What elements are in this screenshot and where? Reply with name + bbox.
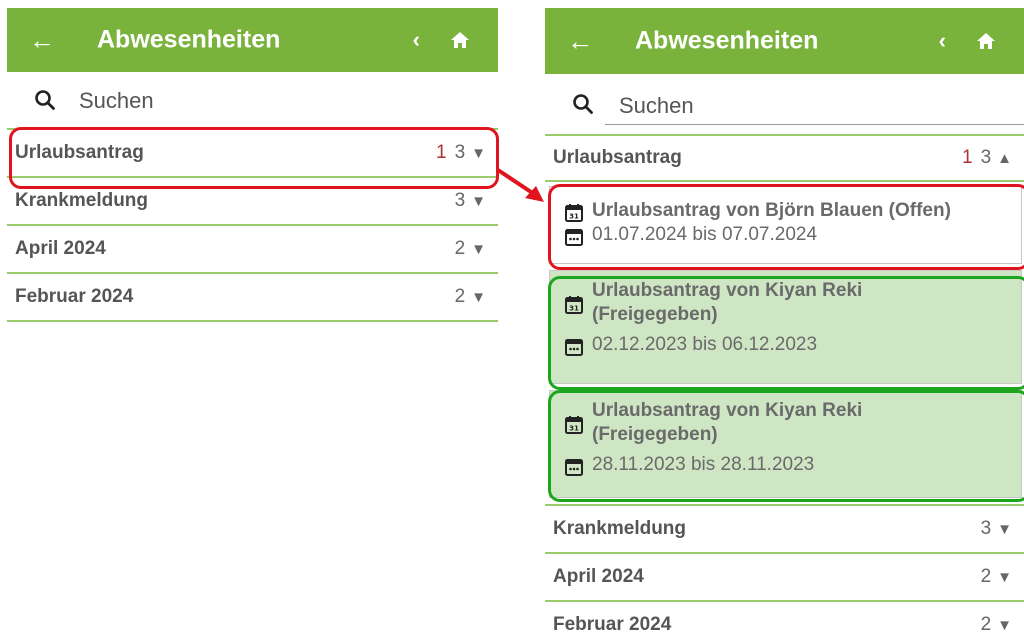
- entry-title: Urlaubsantrag von Kiyan Reki (Freigegebe…: [592, 400, 863, 445]
- group-label: Krankmeldung: [553, 518, 687, 539]
- group-krankmeldung[interactable]: Krankmeldung 3 ▼: [7, 178, 498, 226]
- group-urlaubsantrag[interactable]: Urlaubsantrag 1 3 ▲: [545, 134, 1024, 182]
- page-title: Abwesenheiten: [635, 26, 819, 55]
- list-item[interactable]: 31 Urlaubsantrag von Kiyan Reki (Freigeg…: [549, 270, 1022, 384]
- group-label: April 2024: [553, 566, 644, 587]
- total-count: 2: [454, 238, 466, 259]
- search-input[interactable]: [65, 86, 498, 116]
- group-counts: 2 ▼: [981, 614, 1012, 636]
- total-count: 2: [980, 614, 992, 635]
- group-counts: 1 3 ▼: [436, 142, 486, 164]
- svg-text:31: 31: [569, 425, 579, 433]
- calendar-icon: [565, 229, 583, 246]
- svg-text:31: 31: [569, 213, 579, 221]
- calendar-icon: [565, 459, 583, 476]
- expanded-list-screen: ← Abwesenheiten ‹ Urlaubsantrag 13▲ 31: [545, 0, 1024, 643]
- group-label: Februar 2024: [553, 614, 672, 635]
- group-label: Urlaubsantrag: [553, 147, 682, 168]
- group-krankmeldung[interactable]: Krankmeldung 3 ▼: [545, 504, 1024, 554]
- total-count: 3: [454, 190, 466, 211]
- entry-title: Urlaubsantrag von Kiyan Reki (Freigegebe…: [592, 280, 863, 325]
- entry-dates: 02.12.2023 bis 06.12.2023: [592, 334, 818, 355]
- chevron-left-icon[interactable]: ‹: [413, 27, 420, 53]
- app-bar: ← Abwesenheiten ‹: [7, 8, 498, 72]
- group-label: April 2024: [15, 238, 106, 259]
- page-title: Abwesenheiten: [97, 25, 281, 54]
- annotation-arrow-icon: [496, 168, 544, 202]
- expand-arrow-icon: ▼: [471, 193, 486, 210]
- expand-arrow-icon: ▼: [997, 617, 1012, 634]
- calendar-icon: [565, 339, 583, 356]
- expand-arrow-icon: ▼: [997, 521, 1012, 538]
- collapse-arrow-icon: ▲: [997, 150, 1012, 167]
- group-label: Urlaubsantrag: [15, 142, 144, 163]
- app-bar: ← Abwesenheiten ‹: [545, 8, 1024, 74]
- total-count: 3: [980, 147, 992, 168]
- search-input[interactable]: [605, 88, 1024, 125]
- entry-dates: 01.07.2024 bis 07.07.2024: [592, 224, 818, 245]
- arrow-left-icon[interactable]: ←: [29, 27, 55, 53]
- search-icon: [35, 90, 55, 110]
- home-icon[interactable]: [976, 32, 996, 50]
- expand-arrow-icon: ▼: [471, 145, 486, 162]
- group-april-2024[interactable]: April 2024 2 ▼: [545, 554, 1024, 602]
- home-icon[interactable]: [450, 31, 470, 49]
- total-count: 3: [980, 518, 992, 539]
- calendar-icon: 31: [565, 204, 583, 222]
- group-urlaubsantrag[interactable]: Urlaubsantrag 1 3 ▼: [7, 128, 498, 178]
- entry-dates: 28.11.2023 bis 28.11.2023: [592, 454, 815, 475]
- arrow-left-icon[interactable]: ←: [567, 28, 593, 54]
- group-counts: 3 ▼: [455, 190, 486, 212]
- group-counts: 3 ▼: [981, 518, 1012, 540]
- total-count: 2: [980, 566, 992, 587]
- search-bar: [545, 74, 1024, 134]
- svg-text:31: 31: [569, 305, 579, 313]
- expand-arrow-icon: ▼: [471, 289, 486, 306]
- group-counts: 2 ▼: [455, 238, 486, 260]
- group-counts: 2 ▼: [981, 566, 1012, 588]
- open-count: 1: [961, 147, 973, 168]
- search-icon: [573, 94, 593, 114]
- search-bar: [7, 72, 498, 128]
- total-count: 3: [454, 142, 466, 163]
- calendar-icon: 31: [565, 416, 583, 434]
- open-count: 1: [435, 142, 447, 163]
- group-label: Februar 2024: [15, 286, 134, 307]
- expand-arrow-icon: ▼: [997, 569, 1012, 586]
- entry-title: Urlaubsantrag von Björn Blauen (Offen): [592, 200, 951, 221]
- group-februar-2024[interactable]: Februar 2024 2 ▼: [545, 602, 1024, 643]
- group-label: Krankmeldung: [15, 190, 149, 211]
- list-item[interactable]: 31 Urlaubsantrag von Kiyan Reki (Freigeg…: [549, 390, 1022, 498]
- group-counts: 2 ▼: [455, 286, 486, 308]
- group-counts: 1 3 ▲: [962, 147, 1012, 169]
- expand-arrow-icon: ▼: [471, 241, 486, 258]
- collapsed-list-screen: ← Abwesenheiten ‹ Urlaubsantrag 13▼ Kran…: [7, 0, 498, 643]
- group-februar-2024[interactable]: Februar 2024 2 ▼: [7, 274, 498, 322]
- chevron-left-icon[interactable]: ‹: [939, 28, 946, 54]
- calendar-icon: 31: [565, 296, 583, 314]
- total-count: 2: [454, 286, 466, 307]
- group-april-2024[interactable]: April 2024 2 ▼: [7, 226, 498, 274]
- list-item[interactable]: 31 Urlaubsantrag von Björn Blauen (Offen…: [549, 186, 1022, 264]
